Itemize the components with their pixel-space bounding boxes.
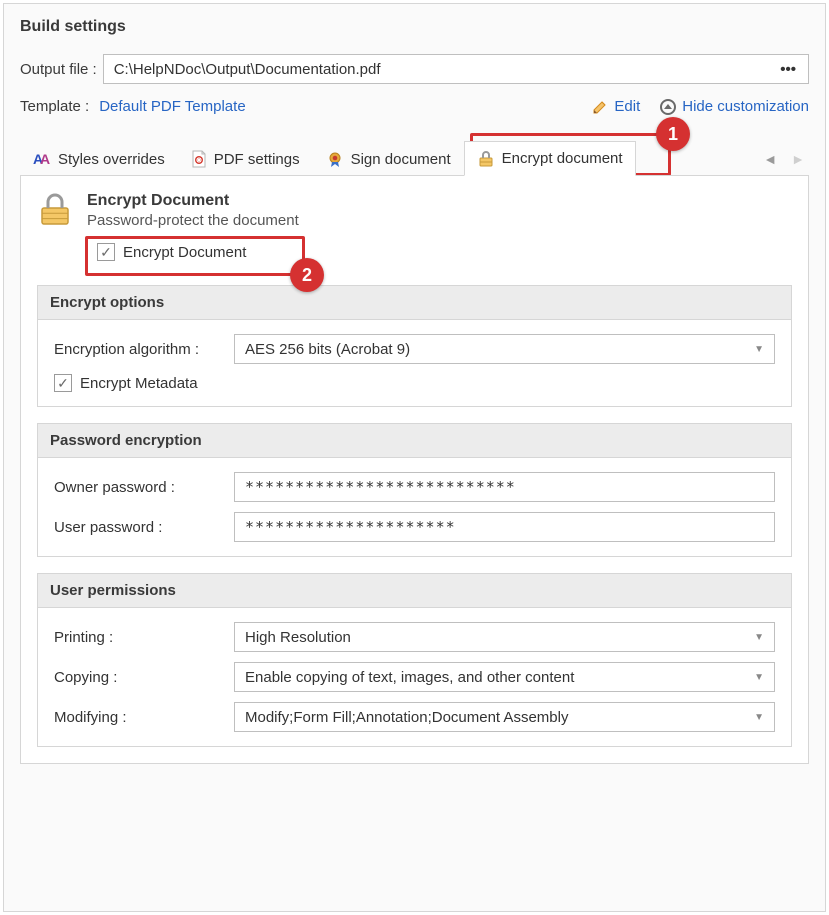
tab-label: Sign document	[351, 151, 451, 168]
select-value: Modify;Form Fill;Annotation;Document Ass…	[245, 709, 568, 726]
chevron-down-icon: ▼	[754, 344, 764, 355]
panel-title: Build settings	[20, 18, 809, 36]
tab-prev-button[interactable]: ◄	[763, 151, 777, 167]
edit-link[interactable]: Edit	[592, 98, 640, 115]
modifying-select[interactable]: Modify;Form Fill;Annotation;Document Ass…	[234, 702, 775, 732]
password-value: *********************	[245, 518, 456, 536]
lock-icon	[37, 192, 73, 228]
callout-badge-1: 1	[656, 117, 690, 151]
modifying-label: Modifying :	[54, 709, 234, 726]
output-file-row: Output file : •••	[20, 54, 809, 84]
printing-label: Printing :	[54, 629, 234, 646]
owner-password-input[interactable]: ***************************	[234, 472, 775, 502]
password-encryption-group: Password encryption Owner password : ***…	[37, 423, 792, 557]
printing-select[interactable]: High Resolution ▼	[234, 622, 775, 652]
copying-label: Copying :	[54, 669, 234, 686]
hide-label: Hide customization	[682, 98, 809, 115]
chevron-down-icon: ▼	[754, 672, 764, 683]
chevron-down-icon: ▼	[754, 712, 764, 723]
encryption-algorithm-label: Encryption algorithm :	[54, 341, 234, 358]
encrypt-metadata-checkbox[interactable]	[54, 374, 72, 392]
template-row: Template : Default PDF Template Edit Hid…	[20, 98, 809, 115]
output-file-input[interactable]	[112, 60, 777, 79]
tab-label: PDF settings	[214, 151, 300, 168]
user-password-input[interactable]: *********************	[234, 512, 775, 542]
encrypt-metadata-label: Encrypt Metadata	[80, 375, 198, 392]
edit-label: Edit	[614, 98, 640, 115]
tab-pdf-settings[interactable]: PDF settings	[178, 141, 313, 176]
group-heading: Password encryption	[38, 424, 791, 458]
hide-customization-link[interactable]: Hide customization	[660, 98, 809, 115]
output-file-label: Output file :	[20, 61, 97, 78]
chevron-down-icon: ▼	[754, 632, 764, 643]
svg-text:A: A	[40, 151, 50, 167]
build-settings-panel: Build settings Output file : ••• Templat…	[3, 3, 826, 912]
tab-label: Encrypt document	[502, 150, 623, 167]
tab-sign-document[interactable]: Sign document	[313, 141, 464, 176]
tab-next-button[interactable]: ►	[791, 151, 805, 167]
select-value: High Resolution	[245, 629, 351, 646]
owner-password-label: Owner password :	[54, 479, 234, 496]
select-value: AES 256 bits (Acrobat 9)	[245, 341, 410, 358]
tab-styles-overrides[interactable]: AA Styles overrides	[20, 141, 178, 176]
user-permissions-group: User permissions Printing : High Resolut…	[37, 573, 792, 747]
encrypt-subtitle: Password-protect the document	[87, 212, 299, 229]
template-label: Template :	[20, 98, 89, 115]
encrypt-header: Encrypt Document Password-protect the do…	[37, 192, 792, 229]
group-heading: User permissions	[38, 574, 791, 608]
pencil-icon	[592, 99, 608, 115]
rosette-icon	[326, 150, 344, 168]
copying-select[interactable]: Enable copying of text, images, and othe…	[234, 662, 775, 692]
collapse-icon	[660, 99, 676, 115]
styles-icon: AA	[33, 150, 51, 168]
user-password-label: User password :	[54, 519, 234, 536]
callout-badge-2: 2	[290, 258, 324, 292]
tab-label: Styles overrides	[58, 151, 165, 168]
encrypt-document-checkbox-label: Encrypt Document	[123, 244, 246, 261]
encrypt-document-checkbox[interactable]	[97, 243, 115, 261]
select-value: Enable copying of text, images, and othe…	[245, 669, 574, 686]
lock-icon	[477, 150, 495, 168]
encrypt-options-group: Encrypt options Encryption algorithm : A…	[37, 285, 792, 407]
encrypt-document-checkbox-row: Encrypt Document	[87, 239, 792, 265]
output-file-field[interactable]: •••	[103, 54, 809, 84]
pdf-icon	[191, 150, 207, 168]
encryption-algorithm-select[interactable]: AES 256 bits (Acrobat 9) ▼	[234, 334, 775, 364]
tab-scroll-nav: ◄ ►	[763, 141, 809, 176]
template-link[interactable]: Default PDF Template	[99, 98, 245, 115]
tabs-strip: AA Styles overrides PDF settings Sign do…	[20, 141, 809, 176]
password-value: ***************************	[245, 478, 516, 496]
group-heading: Encrypt options	[38, 286, 791, 320]
encrypt-title: Encrypt Document	[87, 192, 299, 210]
tab-encrypt-document[interactable]: Encrypt document	[464, 141, 636, 176]
encrypt-tab-content: Encrypt Document Password-protect the do…	[20, 175, 809, 764]
browse-button[interactable]: •••	[776, 61, 800, 78]
